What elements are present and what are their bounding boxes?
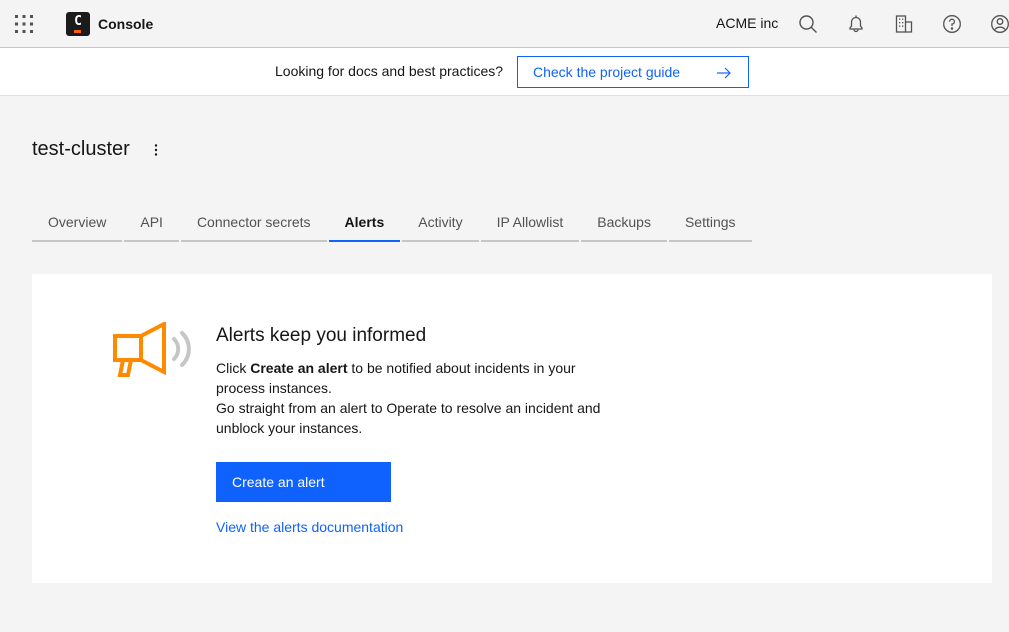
notification-bell-icon [849, 15, 863, 32]
help-button[interactable] [928, 0, 976, 47]
organization-button[interactable] [880, 0, 928, 47]
tab-backups[interactable]: Backups [581, 204, 667, 242]
top-header: C Console ACME inc [0, 0, 1009, 48]
help-icon [943, 14, 961, 33]
brand-name: Console [98, 16, 154, 32]
tab-overview[interactable]: Overview [32, 204, 123, 242]
user-avatar-icon [991, 14, 1009, 33]
tab-activity[interactable]: Activity [402, 204, 479, 242]
create-alert-emphasis: Create an alert [250, 360, 348, 376]
cluster-tabs: Overview API Connector secrets Alerts Ac… [32, 204, 754, 242]
organization-building-icon [895, 14, 913, 33]
search-button[interactable] [784, 0, 832, 47]
tab-settings[interactable]: Settings [668, 204, 752, 242]
empty-state-description: Click Create an alert to be notified abo… [216, 360, 601, 436]
megaphone-icon [113, 322, 191, 377]
tab-connector-secrets[interactable]: Connector secrets [180, 204, 327, 242]
brand-home-link[interactable]: C Console [66, 12, 153, 36]
organization-switcher[interactable]: ACME inc [716, 15, 778, 31]
alerts-empty-state: Alerts keep you informed Click Create an… [32, 274, 992, 583]
page-title: test-cluster [32, 138, 130, 160]
project-guide-label: Check the project guide [533, 64, 681, 80]
tab-api[interactable]: API [124, 204, 179, 242]
tab-alerts[interactable]: Alerts [328, 204, 401, 242]
tab-ip-allowlist[interactable]: IP Allowlist [480, 204, 580, 242]
empty-state-title: Alerts keep you informed [216, 325, 427, 346]
search-icon [799, 14, 817, 33]
overflow-menu-vertical-icon [154, 144, 158, 156]
app-grid-icon [15, 14, 33, 33]
cluster-overflow-menu-button[interactable] [146, 140, 166, 160]
notifications-button[interactable] [832, 0, 880, 47]
camunda-logo-icon: C [66, 12, 90, 36]
guide-banner: Looking for docs and best practices? Che… [0, 48, 1009, 96]
arrow-right-icon [717, 67, 731, 79]
project-guide-button[interactable]: Check the project guide [517, 56, 749, 88]
user-profile-button[interactable] [976, 0, 1009, 47]
alerts-documentation-link[interactable]: View the alerts documentation [216, 519, 403, 535]
create-alert-button[interactable]: Create an alert [216, 462, 391, 502]
banner-text: Looking for docs and best practices? [275, 63, 504, 79]
app-switcher-button[interactable] [0, 0, 48, 47]
